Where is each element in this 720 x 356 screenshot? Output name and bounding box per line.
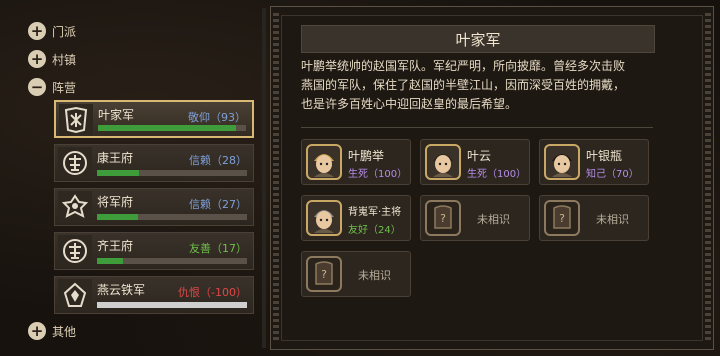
ye-yun-avatar-icon — [425, 144, 461, 180]
member-relation: 知己（70） — [586, 169, 639, 180]
relation-bar-fill — [97, 258, 123, 264]
faction-item[interactable]: 齐王府 友善（17） — [54, 232, 254, 270]
faction-title: 叶家军 — [301, 25, 655, 53]
description-line: 燕国的军队，保住了赵国的半壁江山，因而深受百姓的拥戴， — [301, 78, 626, 92]
member-relation: 生死（100） — [467, 169, 527, 180]
member-card[interactable]: 叶云生死（100） — [420, 139, 530, 185]
member-unknown-label: 未相识 — [596, 213, 629, 226]
category-town[interactable]: + 村镇 — [28, 48, 76, 70]
category-label: 村镇 — [52, 52, 77, 67]
faction-name: 康王府 — [97, 151, 134, 165]
relation-bar — [97, 214, 247, 220]
kang-palace-emblem-icon — [58, 147, 92, 179]
description-line: 叶鹏举统帅的赵国军队。军纪严明，所向披靡。曾经多次击败 — [301, 59, 626, 73]
relation-bar — [98, 125, 246, 131]
faction-name: 燕云铁军 — [97, 283, 146, 297]
member-name: 背嵬军·主将 — [348, 207, 402, 218]
faction-relation: 敬仰（93） — [188, 111, 246, 124]
ye-clan-emblem-icon — [59, 104, 93, 136]
relation-bar — [97, 302, 247, 308]
yanyun-army-emblem-icon — [58, 279, 92, 311]
relation-bar-fill — [98, 125, 236, 131]
unknown-avatar-icon: ? — [306, 256, 342, 292]
member-unknown-label: 未相识 — [477, 213, 510, 226]
unknown-avatar-icon: ? — [425, 200, 461, 236]
relation-bar — [97, 170, 247, 176]
category-label: 门派 — [52, 24, 77, 39]
faction-relation: 仇恨（-100） — [178, 286, 247, 299]
border-ornament — [273, 13, 279, 343]
general-mansion-emblem-icon — [58, 191, 92, 223]
svg-text:?: ? — [559, 212, 565, 225]
member-card[interactable]: 叶鹏举生死（100） — [301, 139, 411, 185]
member-card[interactable]: 背嵬军·主将 友好（24） — [301, 195, 411, 241]
scrollbar[interactable] — [262, 8, 266, 348]
beiwei-general-avatar-icon — [306, 200, 342, 236]
member-name: 叶银瓶 — [586, 149, 623, 163]
faction-name: 叶家军 — [98, 108, 135, 122]
collapse-minus-icon[interactable]: − — [28, 78, 46, 96]
faction-item[interactable]: 燕云铁军 仇恨（-100） — [54, 276, 254, 314]
category-label: 阵营 — [52, 80, 77, 95]
description-line: 也是许多百姓心中迎回赵皇的最后希望。 — [301, 97, 518, 111]
member-relation: 友好（24） — [348, 225, 401, 236]
ye-yinping-avatar-icon — [544, 144, 580, 180]
faction-item[interactable]: 叶家军 敬仰（93） — [54, 100, 254, 138]
unknown-avatar-icon: ? — [544, 200, 580, 236]
faction-name: 将军府 — [97, 195, 134, 209]
faction-relation: 信赖（27） — [189, 198, 247, 211]
member-name: 叶云 — [467, 149, 492, 163]
category-sect[interactable]: + 门派 — [28, 20, 76, 42]
unknown-member-card[interactable]: ? 未相识 — [539, 195, 649, 241]
expand-plus-icon[interactable]: + — [28, 22, 46, 40]
svg-text:?: ? — [440, 212, 446, 225]
relation-bar-fill — [97, 214, 138, 220]
member-unknown-label: 未相识 — [358, 269, 391, 282]
divider — [301, 127, 653, 128]
faction-tree: + 门派 + 村镇 − 阵营 叶家军 敬仰（93） 康王府 信赖（28） 将军府 信赖（2… — [0, 0, 262, 356]
category-other[interactable]: + 其他 — [28, 320, 76, 342]
expand-plus-icon[interactable]: + — [28, 50, 46, 68]
faction-relation: 信赖（28） — [189, 154, 247, 167]
relation-bar-fill — [97, 170, 139, 176]
expand-plus-icon[interactable]: + — [28, 322, 46, 340]
faction-name: 齐王府 — [97, 239, 134, 253]
member-name: 叶鹏举 — [348, 149, 385, 163]
relation-bar — [97, 258, 247, 264]
faction-item[interactable]: 康王府 信赖（28） — [54, 144, 254, 182]
svg-text:?: ? — [321, 268, 327, 281]
category-camp[interactable]: − 阵营 — [28, 76, 76, 98]
qi-palace-emblem-icon — [58, 235, 92, 267]
category-label: 其他 — [52, 324, 77, 339]
faction-relation: 友善（17） — [189, 242, 247, 255]
unknown-member-card[interactable]: ? 未相识 — [301, 251, 411, 297]
relation-bar-fill — [97, 302, 247, 308]
faction-item[interactable]: 将军府 信赖（27） — [54, 188, 254, 226]
faction-description: 叶鹏举统帅的赵国军队。军纪严明，所向披靡。曾经多次击败 燕国的军队，保住了赵国的… — [301, 57, 657, 114]
unknown-member-card[interactable]: ? 未相识 — [420, 195, 530, 241]
member-relation: 生死（100） — [348, 169, 408, 180]
border-ornament — [705, 13, 711, 343]
faction-detail-panel: 叶家军 叶鹏举统帅的赵国军队。军纪严明，所向披靡。曾经多次击败 燕国的军队，保住… — [270, 6, 714, 350]
general-ye-pengju-avatar-icon — [306, 144, 342, 180]
member-card[interactable]: 叶银瓶知己（70） — [539, 139, 649, 185]
